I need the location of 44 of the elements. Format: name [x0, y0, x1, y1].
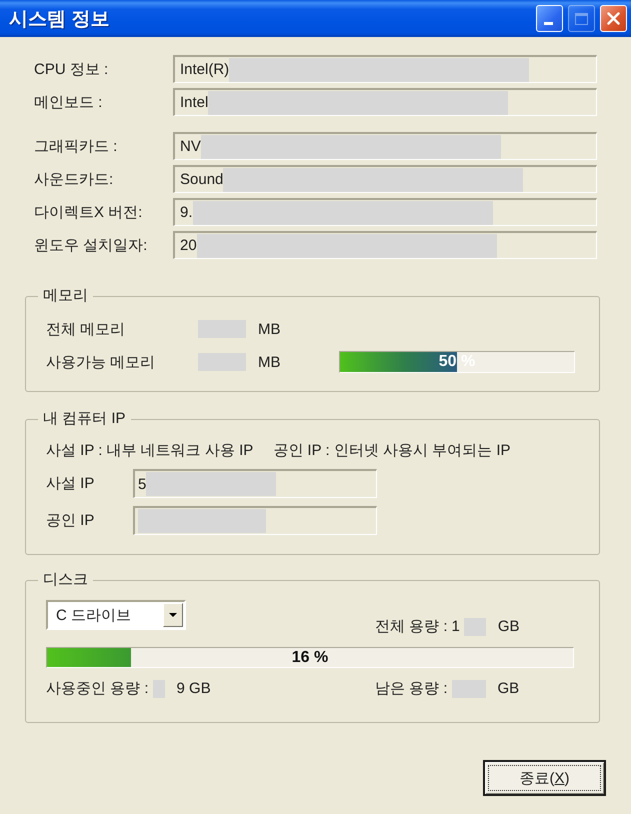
info-field[interactable]: Sound: [173, 165, 597, 193]
capacity-value: 1: [452, 618, 460, 635]
group-title: 디스크: [42, 571, 89, 589]
progress-percent: 50 %: [438, 353, 476, 371]
drive-dropdown[interactable]: C 드라이브: [46, 600, 186, 630]
maximize-icon: [575, 12, 588, 24]
field-label: 메인보드 :: [34, 92, 104, 112]
minimize-icon: [544, 22, 553, 25]
minimize-button[interactable]: [536, 5, 563, 32]
field-label: 그래픽카드 :: [34, 136, 118, 156]
ip-field[interactable]: 5: [133, 469, 377, 498]
capacity-label: 전체 용량 :: [375, 617, 448, 636]
info-field[interactable]: Intel: [173, 88, 597, 116]
memory-value: MB: [258, 354, 280, 370]
ip-label: 사설 IP: [46, 474, 96, 493]
window-title: 시스템 정보: [9, 8, 110, 32]
ip-field[interactable]: [133, 506, 377, 535]
field-label: CPU 정보 :: [34, 60, 110, 78]
memory-value: MB: [258, 320, 280, 338]
capacity-value: GB: [498, 680, 520, 698]
group-title: 내 컴퓨터 IP: [42, 410, 127, 428]
capacity-label: 사용중인 용량 :: [46, 680, 149, 698]
field-label: 윈도우 설치일자:: [34, 236, 148, 254]
ip-note: 사설 IP : 내부 네트워크 사용 IP: [46, 441, 254, 461]
memory-label: 전체 메모리: [46, 320, 126, 338]
close-button[interactable]: [600, 5, 627, 32]
exit-button[interactable]: 종료(X): [483, 760, 606, 796]
memory-label: 사용가능 메모리: [46, 352, 156, 372]
info-field[interactable]: 9.: [173, 198, 597, 226]
ip-label: 공인 IP: [46, 511, 96, 530]
capacity-label: 남은 용량 :: [375, 680, 448, 698]
caret-icon: [169, 613, 177, 617]
group-title: 메모리: [42, 287, 89, 305]
capacity-value: 9 GB: [176, 680, 211, 698]
info-field[interactable]: Intel(R): [173, 55, 597, 83]
progress-percent: 16 %: [292, 648, 328, 666]
info-field[interactable]: NV: [173, 132, 597, 160]
info-field[interactable]: 20: [173, 231, 597, 259]
field-label: 다이렉트X 버전:: [34, 202, 144, 222]
ip-note: 공인 IP : 인터넷 사용시 부여되는 IP: [273, 441, 510, 461]
field-label: 사운드카드:: [34, 170, 114, 188]
capacity-value: GB: [498, 618, 520, 635]
close-icon: [607, 12, 620, 25]
dropdown-arrow-button[interactable]: [163, 603, 183, 627]
